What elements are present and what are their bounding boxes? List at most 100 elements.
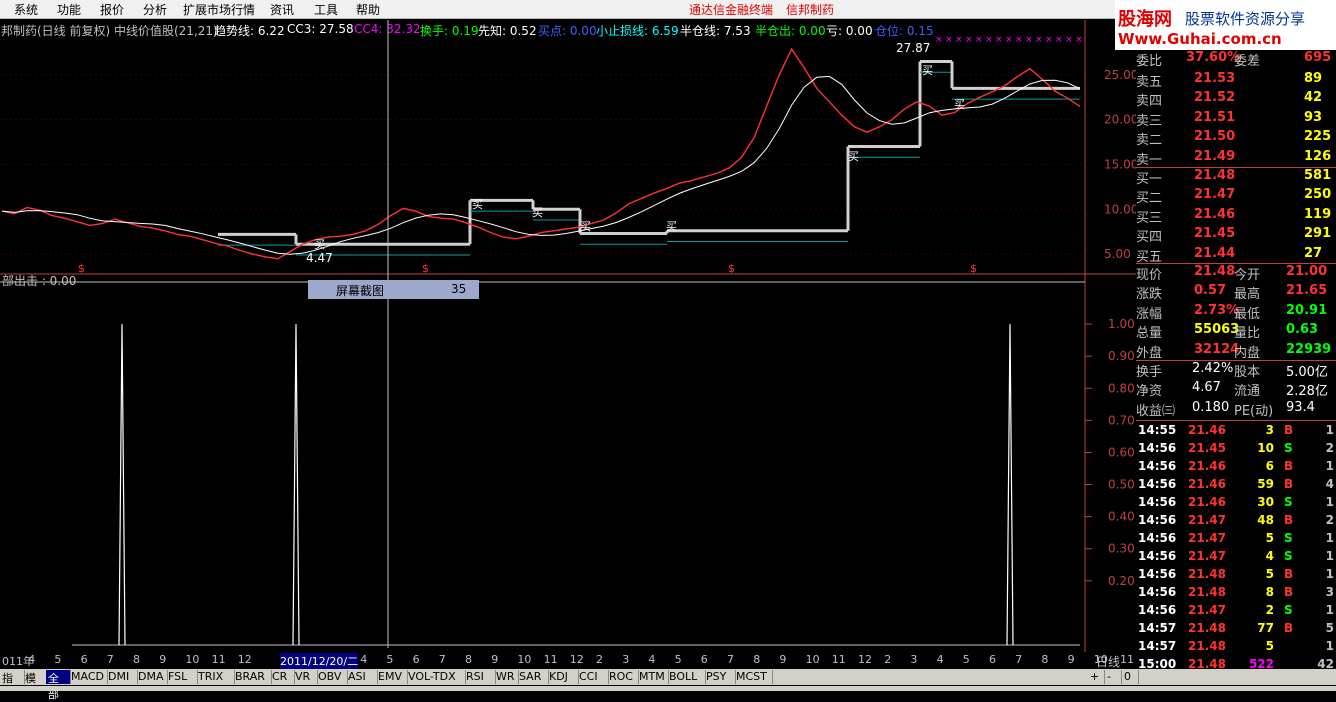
date-tick-label: 5 [674, 653, 682, 666]
tick-price: 21.47 [1188, 531, 1226, 545]
tab-指标[interactable]: 指标 [0, 670, 25, 701]
tick-price: 21.46 [1188, 423, 1226, 437]
tab-macd[interactable]: MACD [69, 670, 108, 684]
stat-label-2: 内盘 [1234, 345, 1261, 361]
stat-value: 0.57 [1194, 283, 1227, 299]
date-tick-label: 3 [910, 653, 918, 666]
tick-row: 14:55 21.46 3 B 1 [1136, 422, 1336, 440]
zoom-control-0[interactable]: + [1088, 670, 1105, 684]
tab-mcst[interactable]: MCST [734, 670, 773, 684]
tab-模板[interactable]: 模板 [23, 670, 48, 701]
date-tick-label: 11 [211, 653, 226, 666]
tick-volume: 2 [1265, 603, 1274, 617]
indicator-tick-label: 0.90 [1108, 349, 1135, 363]
tab-mtm[interactable]: MTM [637, 670, 669, 684]
date-tick-label: 10 [517, 653, 532, 666]
menu-item-0[interactable]: 系统 [14, 1, 38, 18]
stat-row: 现价 21.48 今开 21.00 [1136, 263, 1336, 283]
tick-time: 14:56 [1138, 459, 1177, 473]
tick-direction: S [1284, 549, 1293, 563]
ask-price: 21.52 [1194, 90, 1236, 106]
weibi-label: 委比 [1136, 54, 1163, 69]
date-tick-label: 8 [1041, 653, 1049, 666]
fund-value-2: 2.28亿 [1286, 384, 1328, 400]
tick-time: 14:56 [1138, 603, 1177, 617]
fund-row: 换手 2.42% 股本 5.00亿 [1136, 360, 1336, 380]
tab-emv[interactable]: EMV [376, 670, 408, 684]
signal-dot: × [985, 35, 993, 45]
chart-area[interactable]: 25.0020.0015.0010.005.00 27.874.47买买买买 买买… [0, 20, 1136, 652]
tick-direction: B [1284, 567, 1294, 581]
weibi-value: 37.60% [1186, 50, 1241, 65]
tab-boll[interactable]: BOLL [667, 670, 706, 684]
tab-dma[interactable]: DMA [136, 670, 168, 684]
menu-item-2[interactable]: 报价 [100, 1, 124, 18]
weicha-value: 695 [1304, 50, 1332, 65]
signal-dot: × [935, 35, 943, 45]
menu-item-5[interactable]: 资讯 [270, 1, 294, 18]
tab-kdj[interactable]: KDJ [547, 670, 579, 684]
tab-asi[interactable]: ASI [346, 670, 378, 684]
banner-stock: 信邦制药 [786, 3, 835, 17]
indicator-tick-label: 0.60 [1108, 445, 1135, 459]
stat-label-2: 量比 [1234, 326, 1261, 342]
tick-count: 1 [1325, 423, 1334, 437]
ask-volume: 126 [1304, 148, 1332, 164]
tab-wr[interactable]: WR [494, 670, 519, 684]
ask-volume: 89 [1304, 71, 1323, 86]
tick-time: 14:56 [1138, 441, 1177, 455]
ask-row: 卖一 21.49 126 [1136, 148, 1336, 168]
fund-value: 4.67 [1192, 380, 1221, 396]
weicha-label: 委差 [1234, 54, 1261, 69]
bid-row: 买三 21.46 119 [1136, 206, 1336, 226]
tab-psy[interactable]: PSY [704, 670, 736, 684]
tab-roc[interactable]: ROC [607, 670, 639, 684]
tab-fsl[interactable]: FSL [166, 670, 198, 684]
tick-price: 21.47 [1188, 603, 1226, 617]
ask-label: 卖四 [1136, 94, 1163, 110]
menu-item-7[interactable]: 帮助 [356, 1, 380, 18]
menu-item-6[interactable]: 工具 [314, 1, 338, 18]
date-tick-label: 9 [159, 653, 167, 666]
bid-row: 买一 21.48 581 [1136, 167, 1336, 187]
stat-row: 涨跌 0.57 最高 21.65 [1136, 282, 1336, 303]
tab-vol-tdx[interactable]: VOL-TDX [406, 670, 466, 684]
zoom-control-2[interactable]: 0 [1122, 670, 1139, 684]
tab-brar[interactable]: BRAR [233, 670, 272, 684]
screenshot-popup[interactable]: 屏幕截图 35 [308, 280, 479, 299]
stat-value-2: 21.65 [1286, 283, 1328, 299]
tab-cr[interactable]: CR [270, 670, 295, 684]
date-tick-label: 7 [1015, 653, 1023, 666]
ask-label: 卖一 [1136, 152, 1163, 168]
menu-item-1[interactable]: 功能 [57, 1, 81, 18]
tab-vr[interactable]: VR [293, 670, 318, 684]
menu-item-3[interactable]: 分析 [143, 1, 167, 18]
tab-全部[interactable]: 全部 [46, 670, 71, 701]
tab-rsi[interactable]: RSI [464, 670, 496, 684]
tab-obv[interactable]: OBV [316, 670, 348, 684]
menu-item-4[interactable]: 扩展市场行情 [183, 1, 255, 18]
bid-label: 买五 [1136, 249, 1163, 265]
panel-separator [1136, 420, 1336, 421]
tab-sar[interactable]: SAR [517, 670, 549, 684]
date-tick-label: 6 [989, 653, 996, 666]
tab-trix[interactable]: TRIX [196, 670, 235, 684]
indicator-title: 部出击 : 0.00 [2, 273, 76, 288]
date-tick-label: 2 [884, 653, 892, 666]
tick-volume: 77 [1257, 621, 1274, 635]
date-tick-label: 9 [491, 653, 499, 666]
tick-count: 4 [1325, 477, 1334, 491]
period-label[interactable]: 日线 [1096, 653, 1120, 670]
tick-direction: S [1284, 495, 1293, 509]
tab-dmi[interactable]: DMI [106, 670, 138, 684]
ask-price: 21.53 [1194, 71, 1236, 86]
buy-marker: 买 [314, 238, 325, 251]
zoom-control-1[interactable]: - [1105, 670, 1122, 684]
tick-count: 1 [1325, 531, 1334, 545]
tick-price: 21.45 [1188, 441, 1226, 455]
tick-direction: B [1284, 621, 1294, 635]
tab-cci[interactable]: CCI [577, 670, 609, 684]
date-tick-label: 7 [106, 653, 114, 666]
signal-dot: × [955, 35, 963, 45]
stat-label: 涨跌 [1136, 287, 1163, 303]
